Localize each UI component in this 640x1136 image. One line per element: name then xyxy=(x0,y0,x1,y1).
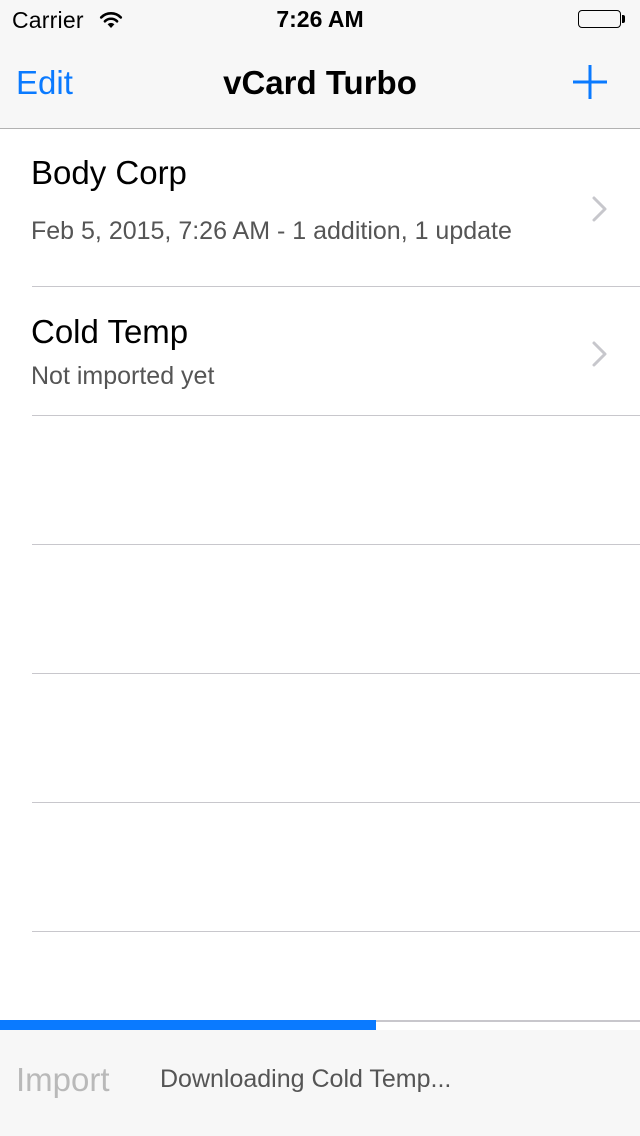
list-item-subtitle: Feb 5, 2015, 7:26 AM - 1 addition, 1 upd… xyxy=(31,217,512,245)
empty-row xyxy=(0,674,640,803)
clock-label: 7:26 AM xyxy=(276,6,364,32)
battery-icon xyxy=(578,10,626,30)
plus-icon xyxy=(573,65,607,99)
list-item-title: Body Corp xyxy=(31,154,187,191)
download-progress-bar xyxy=(0,1020,640,1030)
import-button[interactable]: Import xyxy=(16,1061,110,1099)
file-list: Body Corp Feb 5, 2015, 7:26 AM - 1 addit… xyxy=(0,129,640,932)
progress-fill xyxy=(0,1020,376,1030)
chevron-right-icon xyxy=(590,340,610,373)
empty-row xyxy=(0,416,640,545)
download-status-label: Downloading Cold Temp... xyxy=(160,1065,452,1093)
list-item[interactable]: Body Corp Feb 5, 2015, 7:26 AM - 1 addit… xyxy=(0,129,640,287)
navigation-bar: Edit vCard Turbo xyxy=(0,40,640,129)
bottom-toolbar: Import Downloading Cold Temp... xyxy=(0,1030,640,1136)
empty-row xyxy=(0,545,640,674)
empty-row xyxy=(0,803,640,932)
add-button[interactable] xyxy=(570,62,610,102)
list-item[interactable]: Cold Temp Not imported yet xyxy=(0,287,640,416)
list-item-subtitle: Not imported yet xyxy=(31,362,215,390)
chevron-right-icon xyxy=(590,195,610,228)
list-item-title: Cold Temp xyxy=(31,313,189,350)
page-title: vCard Turbo xyxy=(223,64,417,101)
status-bar: Carrier 7:26 AM xyxy=(0,0,640,40)
separator xyxy=(32,931,640,932)
